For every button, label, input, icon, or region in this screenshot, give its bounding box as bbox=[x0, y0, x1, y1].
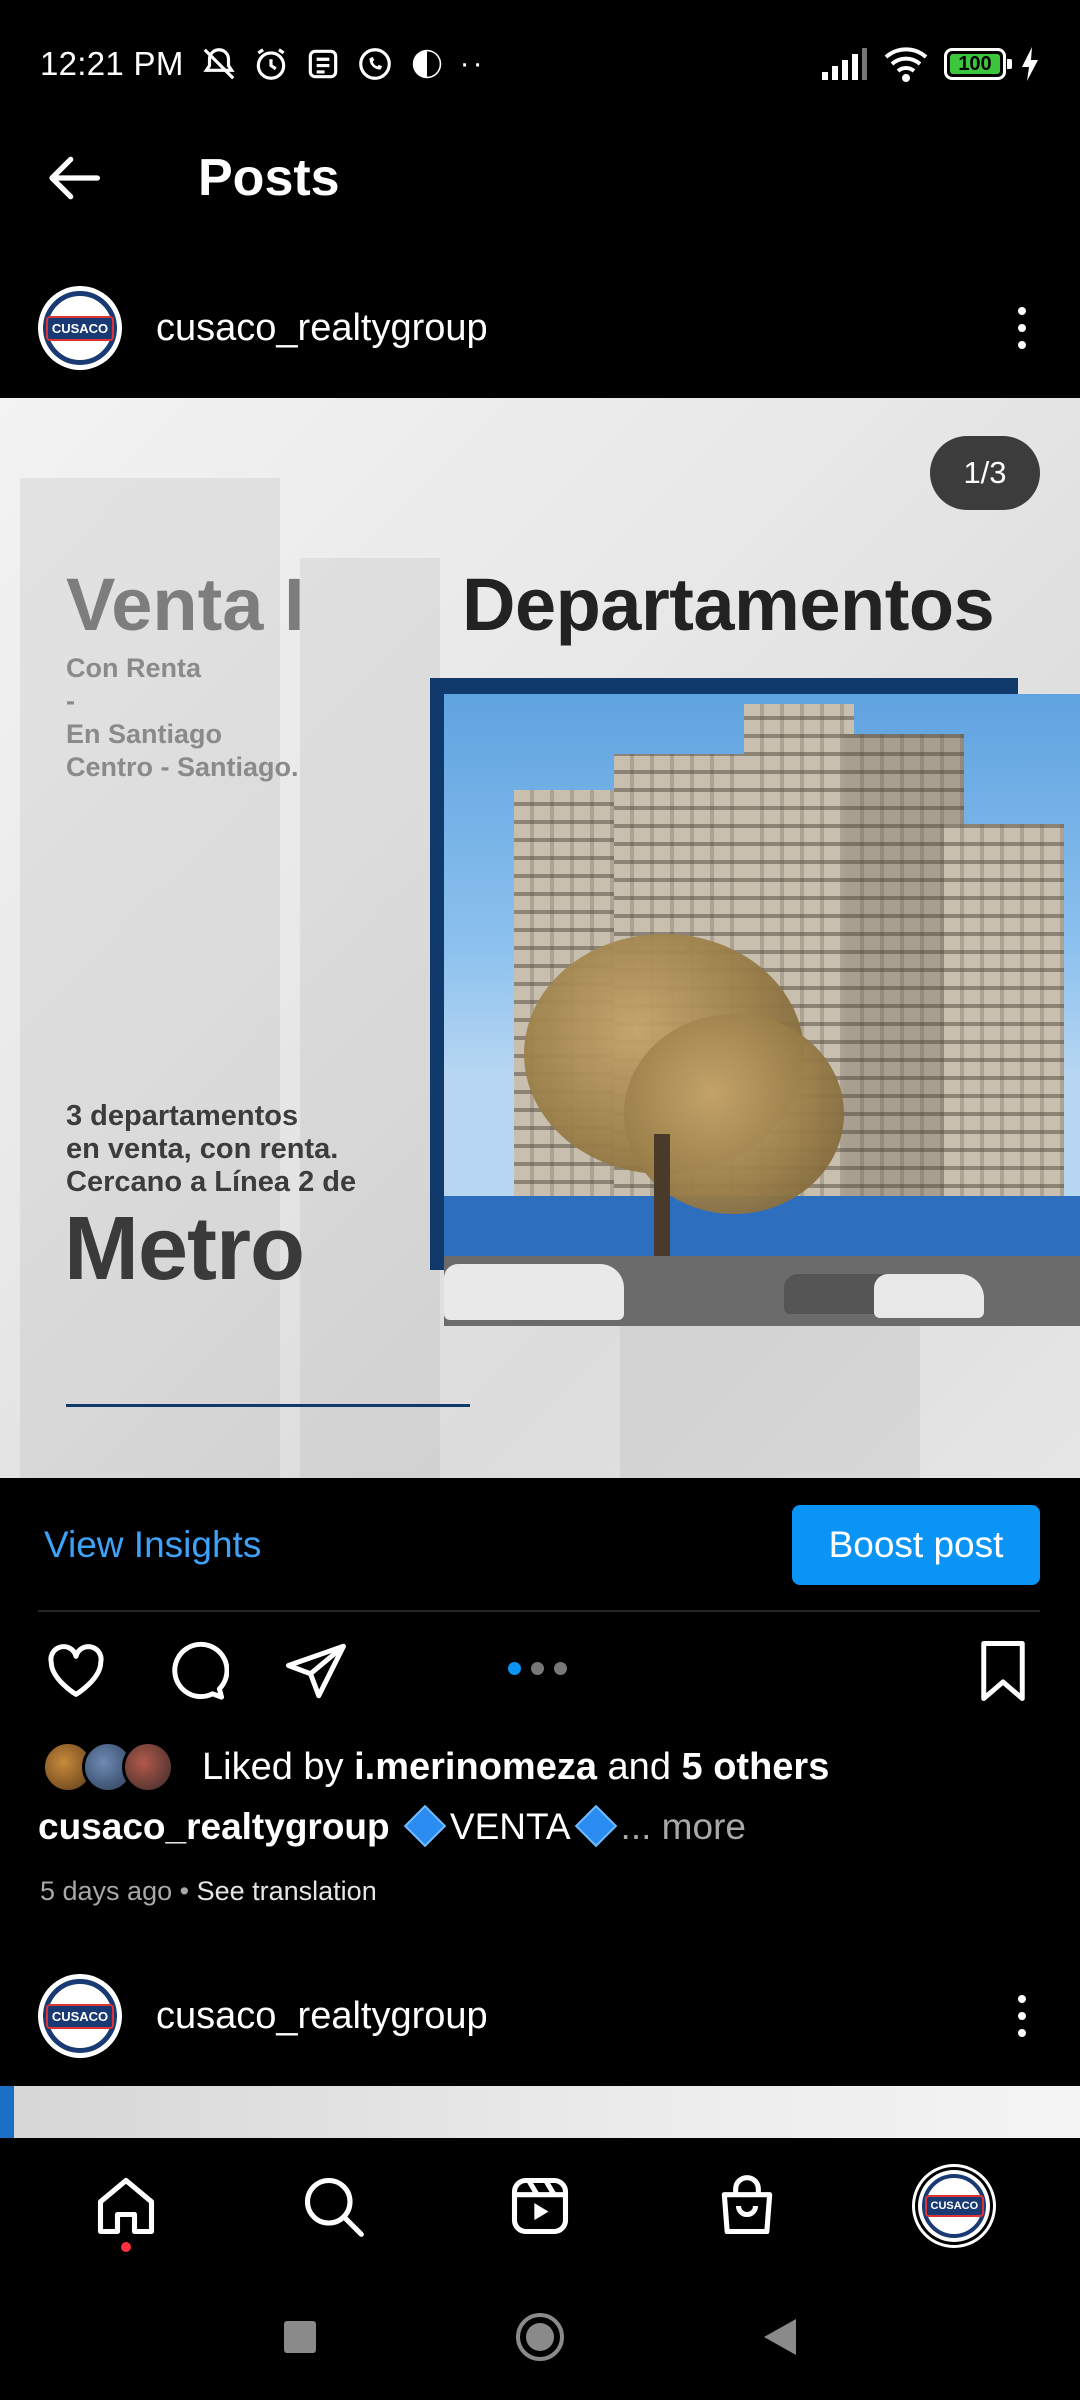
post-header: CUSACO cusaco_realtygroup bbox=[0, 258, 1080, 398]
comment-button[interactable] bbox=[160, 1635, 232, 1707]
post-options-button[interactable] bbox=[1002, 1986, 1042, 2046]
heart-icon bbox=[48, 1644, 104, 1697]
nav-shop[interactable] bbox=[687, 2146, 807, 2266]
nav-profile[interactable]: CUSACO bbox=[894, 2146, 1014, 2266]
more-notifications-icon: ·· bbox=[459, 47, 486, 80]
likes-others[interactable]: 5 others bbox=[682, 1746, 830, 1788]
liker-username[interactable]: i.merinomeza bbox=[354, 1746, 597, 1788]
back-button[interactable] bbox=[16, 128, 136, 228]
square-icon bbox=[284, 2321, 316, 2353]
shopping-bag-icon bbox=[721, 2175, 773, 2235]
post-username[interactable]: cusaco_realtygroup bbox=[156, 1995, 488, 2038]
signal-icon bbox=[822, 48, 867, 80]
bottom-navigation: CUSACO bbox=[0, 2138, 1080, 2274]
nav-reels[interactable] bbox=[480, 2146, 600, 2266]
boost-post-button[interactable]: Boost post bbox=[792, 1505, 1040, 1585]
avatar-logo: CUSACO bbox=[924, 2195, 985, 2217]
whatsapp-icon bbox=[358, 48, 391, 80]
news-icon bbox=[308, 49, 337, 79]
caption: cusaco_realtygroup VENTA... more bbox=[38, 1804, 746, 1848]
post-image[interactable]: 1/3 Venta I Departamentos Con Renta - En… bbox=[0, 398, 1080, 1478]
reels-icon bbox=[511, 2177, 569, 2235]
caption-more-link[interactable]: more bbox=[662, 1806, 746, 1847]
next-post-header: CUSACO cusaco_realtygroup bbox=[0, 1946, 1080, 2086]
arrow-left-icon bbox=[49, 156, 100, 200]
post-time: 5 days ago bbox=[40, 1876, 173, 1906]
system-navigation bbox=[0, 2274, 1080, 2400]
image-underline bbox=[66, 1404, 470, 1407]
top-app-bar: Posts bbox=[0, 128, 1080, 228]
app-icon bbox=[412, 49, 441, 79]
image-location-text: Con Renta - En Santiago Centro - Santiag… bbox=[66, 653, 299, 782]
avatar-logo: CUSACO bbox=[45, 315, 115, 341]
battery-level: 100 bbox=[958, 52, 992, 75]
post-actions bbox=[0, 1626, 1080, 1716]
search-icon bbox=[304, 2177, 364, 2237]
blue-diamond-icon bbox=[574, 1804, 617, 1848]
status-time: 12:21 PM bbox=[40, 45, 184, 82]
image-promo-text: 3 departamentos en venta, con renta. Cer… bbox=[66, 1100, 357, 1198]
next-post-image[interactable] bbox=[0, 2086, 1080, 2142]
avatar[interactable]: CUSACO bbox=[38, 286, 122, 370]
status-bar: 12:21 PM ·· 100 bbox=[0, 0, 1080, 128]
view-insights-link[interactable]: View Insights bbox=[44, 1524, 261, 1566]
battery-icon: 100 bbox=[944, 48, 1012, 80]
likes-row[interactable]: Liked by i.merinomeza and 5 others bbox=[0, 1736, 1080, 1798]
avatar-logo: CUSACO bbox=[45, 2003, 115, 2029]
carousel-dot bbox=[554, 1662, 567, 1675]
post-meta: 5 days ago • See translation bbox=[40, 1876, 377, 1906]
wifi-icon bbox=[884, 47, 928, 82]
carousel-dot bbox=[531, 1662, 544, 1675]
building-photo bbox=[444, 694, 1080, 1326]
see-translation-link[interactable]: See translation bbox=[197, 1876, 377, 1906]
home-system-button[interactable] bbox=[510, 2307, 570, 2367]
share-button[interactable] bbox=[280, 1635, 352, 1707]
comment-icon bbox=[172, 1641, 229, 1700]
page-title: Posts bbox=[198, 149, 340, 207]
like-button[interactable] bbox=[40, 1635, 112, 1707]
image-departamentos-title: Departamentos bbox=[462, 563, 995, 646]
triangle-back-icon bbox=[764, 2319, 796, 2355]
carousel-indicator bbox=[508, 1662, 567, 1675]
post-username[interactable]: cusaco_realtygroup bbox=[156, 307, 488, 350]
caption-text: VENTA bbox=[449, 1806, 571, 1847]
send-icon bbox=[286, 1643, 346, 1699]
insights-row: View Insights Boost post bbox=[0, 1478, 1080, 1612]
carousel-dot bbox=[508, 1662, 521, 1675]
profile-avatar: CUSACO bbox=[918, 2170, 991, 2242]
blue-diamond-icon bbox=[403, 1804, 447, 1848]
avatar[interactable]: CUSACO bbox=[38, 1974, 122, 2058]
circle-icon bbox=[516, 2313, 564, 2361]
bookmark-icon[interactable] bbox=[970, 1636, 1036, 1706]
liker-avatars bbox=[42, 1741, 174, 1793]
system-status: 100 bbox=[820, 45, 1040, 83]
caption-username[interactable]: cusaco_realtygroup bbox=[38, 1806, 390, 1847]
image-metro-text: Metro bbox=[64, 1199, 305, 1299]
back-system-button[interactable] bbox=[750, 2307, 810, 2367]
carousel-counter: 1/3 bbox=[930, 436, 1040, 510]
home-icon bbox=[97, 2177, 154, 2235]
nav-home[interactable] bbox=[66, 2146, 186, 2266]
divider bbox=[38, 1610, 1040, 1612]
recents-button[interactable] bbox=[270, 2307, 330, 2367]
notification-dot bbox=[120, 2242, 131, 2252]
image-venta-title: Venta I bbox=[66, 563, 305, 646]
likes-summary: Liked by i.merinomeza and 5 others bbox=[202, 1745, 830, 1788]
charging-icon bbox=[1022, 47, 1038, 81]
mute-bell-icon bbox=[203, 48, 235, 80]
nav-search[interactable] bbox=[273, 2146, 393, 2266]
alarm-icon bbox=[256, 48, 285, 80]
notification-icons bbox=[200, 45, 446, 83]
post-options-button[interactable] bbox=[1002, 298, 1042, 358]
